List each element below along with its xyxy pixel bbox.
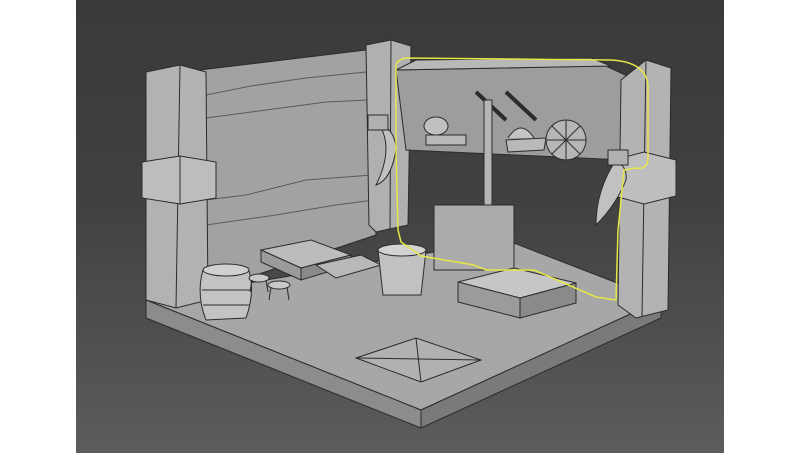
right-pillar[interactable] [613,59,677,319]
barrel[interactable] [199,263,252,321]
scene-render[interactable] [76,0,724,453]
shop-booth[interactable] [395,57,637,271]
bucket[interactable] [377,243,427,296]
3d-viewport[interactable] [76,0,724,453]
